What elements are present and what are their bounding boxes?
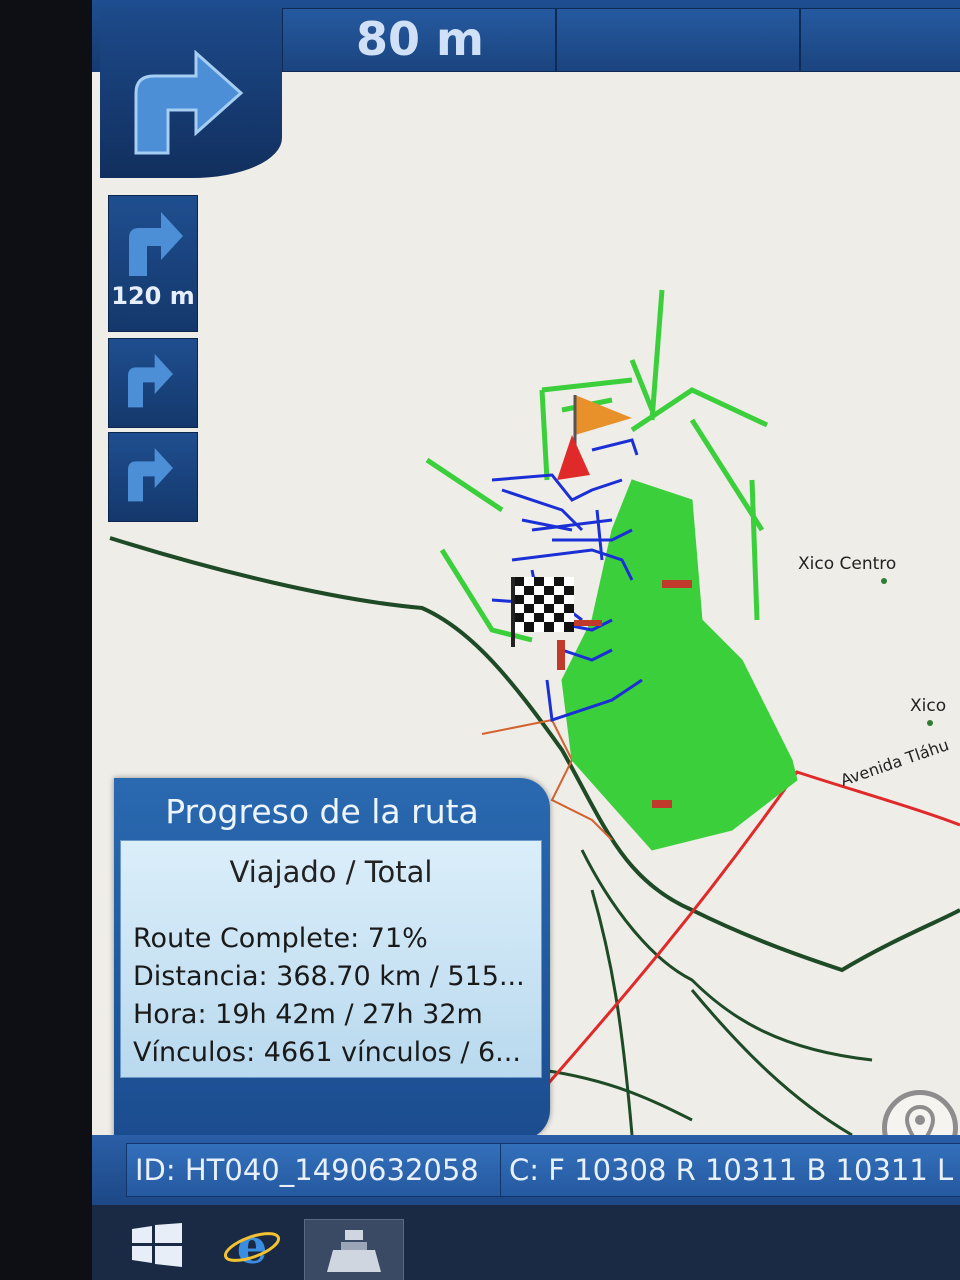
car-camera-icon — [327, 1230, 381, 1272]
svg-text:e: e — [237, 1221, 268, 1271]
turn-right-icon — [134, 49, 244, 155]
xico-dot — [927, 720, 933, 726]
road-diagonal — [541, 1068, 693, 1122]
counter-readout: C: F 10308 R 10311 B 10311 L — [500, 1143, 960, 1197]
route-progress-title: Progreso de la ruta — [165, 792, 479, 831]
map-label-xico: Xico — [910, 696, 947, 716]
navigation-screen: Xico Centro Xico Avenida Tláhu 80 m 120 … — [92, 0, 960, 1280]
status-bar: ID: HT040_1490632058 C: F 10308 R 10311 … — [92, 1135, 960, 1205]
session-id: ID: HT040_1490632058 — [126, 1143, 506, 1197]
upcoming-turn-1-distance: 120 m — [111, 282, 195, 310]
links-text: Vínculos: 4661 vínculos / 6... — [133, 1037, 521, 1068]
route-progress-subtitle: Viajado / Total — [229, 855, 433, 889]
turn-right-icon — [128, 354, 173, 408]
route-coverage-green — [425, 289, 798, 851]
road-red — [545, 770, 960, 1086]
xico-centro-dot — [881, 578, 887, 584]
road-southeast — [690, 989, 853, 1135]
time-text: Hora: 19h 42m / 27h 32m — [133, 999, 483, 1030]
route-progress-body: Viajado / Total Route Complete: 71% Dist… — [120, 840, 542, 1078]
top-bar-cell-3 — [800, 8, 960, 72]
route-progress-panel[interactable]: Progreso de la ruta Viajado / Total Rout… — [114, 778, 550, 1140]
upcoming-turn-3[interactable] — [108, 432, 198, 522]
location-pin-icon — [905, 1105, 935, 1135]
vehicle-position-marker — [557, 435, 590, 480]
internet-explorer-icon[interactable]: e — [222, 1221, 282, 1271]
map-label-xico-centro: Xico Centro — [798, 554, 897, 574]
next-turn-panel[interactable] — [100, 8, 282, 178]
upcoming-turn-1[interactable]: 120 m — [108, 195, 198, 332]
windows-start-icon[interactable] — [132, 1223, 182, 1267]
distance-text: Distancia: 368.70 km / 515... — [133, 961, 525, 992]
windows-taskbar: e — [92, 1205, 960, 1280]
upcoming-turn-2[interactable] — [108, 338, 198, 428]
navigation-app-taskbar-button[interactable] — [304, 1219, 404, 1280]
route-complete-text: Route Complete: 71% — [133, 923, 428, 954]
top-bar-cell-2 — [556, 8, 800, 72]
turn-right-icon — [129, 212, 183, 276]
road-south — [590, 889, 634, 1135]
turn-right-icon — [128, 448, 173, 502]
next-turn-distance: 80 m — [356, 12, 484, 66]
